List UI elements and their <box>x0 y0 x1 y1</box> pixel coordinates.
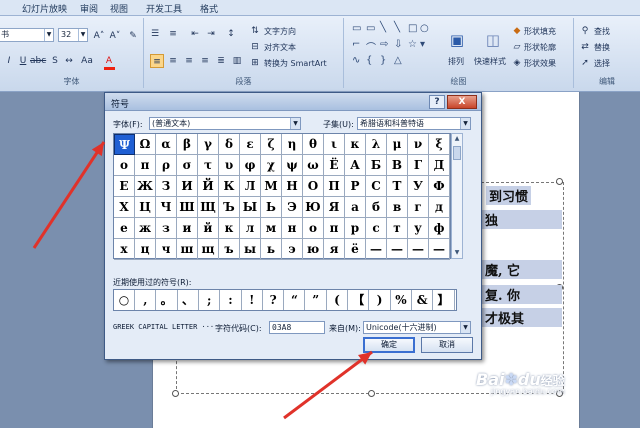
arrow-to-psi-head <box>91 142 104 157</box>
annotation-arrow-group <box>32 141 373 420</box>
arrow-to-psi-shaft <box>32 141 106 249</box>
annotation-arrows <box>32 141 373 420</box>
arrow-to-ok-shaft <box>283 350 373 420</box>
